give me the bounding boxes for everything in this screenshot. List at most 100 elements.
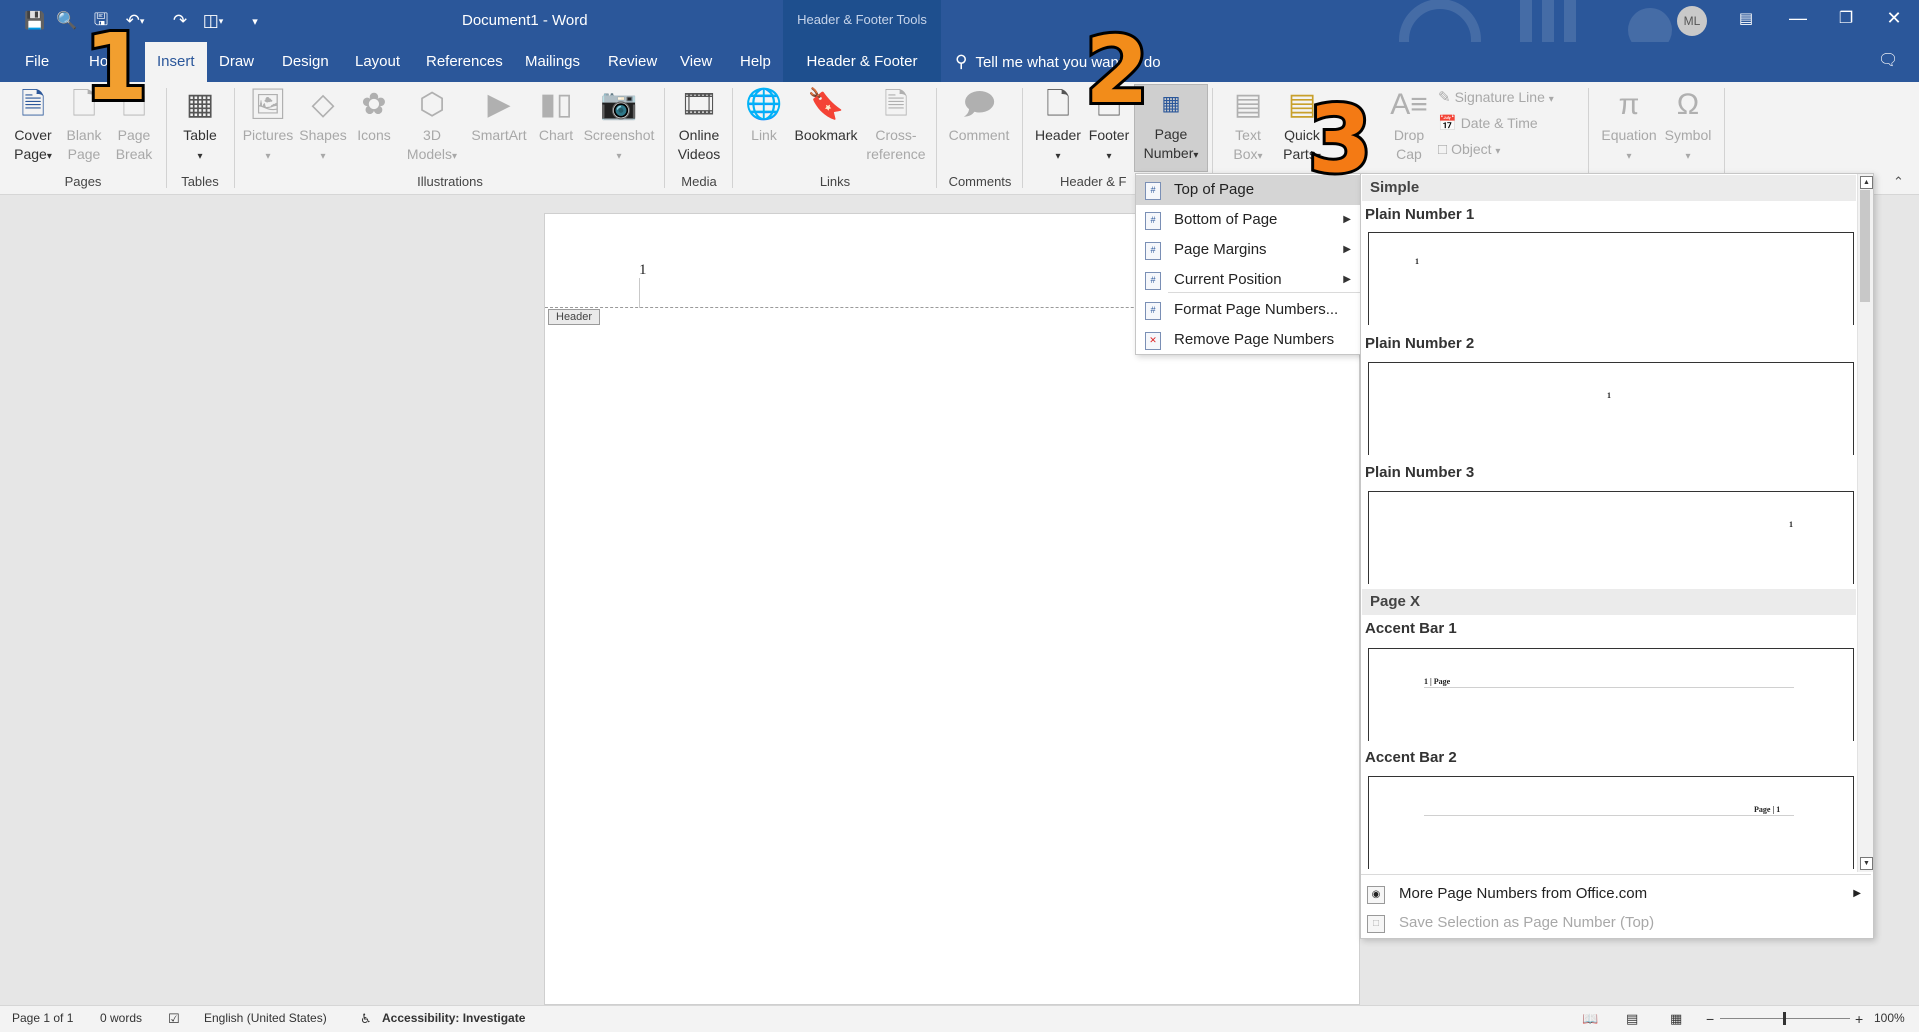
icons-label: Icons xyxy=(357,127,391,143)
gallery-item-title: Accent Bar 1 xyxy=(1365,620,1457,637)
3d-models-button[interactable]: ⬡ 3D Models▾ xyxy=(404,86,460,166)
text-box-button[interactable]: ▤ Text Box▾ xyxy=(1220,86,1276,166)
table-button[interactable]: ▦ Table ▾ xyxy=(176,86,224,166)
signature-line-button[interactable]: ✎ Signature Line ▾ xyxy=(1438,86,1554,108)
group-label-pages: Pages xyxy=(64,174,102,189)
language[interactable]: English (United States) xyxy=(204,1011,327,1025)
save-selection-item[interactable]: □ Save Selection as Page Number (Top) xyxy=(1361,908,1871,938)
shapes-button[interactable]: ◇ Shapes ▾ xyxy=(296,86,350,166)
page-bottom-icon: # xyxy=(1145,212,1161,230)
tab-references[interactable]: References xyxy=(414,42,515,82)
page-top-icon: # xyxy=(1145,182,1161,200)
tab-header-footer[interactable]: Header & Footer xyxy=(783,42,941,82)
more-page-numbers-item[interactable]: ◉ More Page Numbers from Office.com ▶ xyxy=(1361,879,1871,909)
zoom-out-icon[interactable]: − xyxy=(1706,1011,1714,1027)
drop-cap-button[interactable]: A≡ Drop Cap xyxy=(1384,86,1434,164)
zoom-level[interactable]: 100% xyxy=(1874,1011,1905,1025)
menu-item-page-margins[interactable]: # Page Margins ▶ xyxy=(1136,235,1361,265)
tab-draw[interactable]: Draw xyxy=(207,42,266,82)
gallery-item-plain-number-3[interactable]: 1 xyxy=(1368,491,1854,584)
screenshot-label: Screenshot xyxy=(583,127,655,143)
menu-item-current-position[interactable]: # Current Position ▶ xyxy=(1136,265,1361,295)
collapse-ribbon-icon[interactable]: ⌃ xyxy=(1893,174,1904,190)
link-button[interactable]: 🌐 Link xyxy=(740,86,788,145)
cross-reference-button[interactable]: 🗎 Cross- reference xyxy=(864,86,928,164)
page-count[interactable]: Page 1 of 1 xyxy=(12,1011,73,1025)
smartart-button[interactable]: ▶ SmartArt xyxy=(466,86,532,145)
group-label-header-footer: Header & F xyxy=(1060,174,1127,189)
group-separator xyxy=(166,88,167,188)
tab-view[interactable]: View xyxy=(668,42,724,82)
comment-button[interactable]: 🗩 Comment xyxy=(944,86,1014,145)
icons-button[interactable]: ✿ Icons xyxy=(352,86,396,145)
scroll-up-icon[interactable]: ▲ xyxy=(1860,176,1873,189)
read-mode-icon[interactable]: 📖 xyxy=(1582,1011,1598,1027)
redo-icon[interactable]: ↷ xyxy=(165,6,195,36)
gallery-scrollbar[interactable]: ▲ ▼ xyxy=(1857,174,1873,872)
gallery-item-accent-bar-2[interactable]: Page | 1 xyxy=(1368,776,1854,869)
page-number-menu: # Top of Page # Bottom of Page ▶ # Page … xyxy=(1135,173,1362,355)
accessibility-status[interactable]: Accessibility: Investigate xyxy=(382,1011,525,1025)
annotation-step-1: 1 xyxy=(81,14,151,121)
zoom-in-icon[interactable]: + xyxy=(1855,1011,1863,1027)
gallery-item-accent-bar-1[interactable]: 1 | Page xyxy=(1368,648,1854,741)
zoom-slider-thumb[interactable] xyxy=(1783,1012,1786,1025)
sample-page-number: 1 xyxy=(1607,391,1611,400)
sample-page-number: 1 | Page xyxy=(1424,677,1451,686)
object-button[interactable]: □ Object ▾ xyxy=(1438,138,1500,160)
online-videos-button[interactable]: 🎞 Online Videos xyxy=(670,86,728,164)
gallery-item-title: Plain Number 2 xyxy=(1365,335,1475,352)
menu-item-remove-page-numbers[interactable]: ✕ Remove Page Numbers xyxy=(1136,325,1361,355)
equation-button[interactable]: π Equation ▾ xyxy=(1596,86,1662,166)
menu-item-format-page-numbers[interactable]: # Format Page Numbers... xyxy=(1136,295,1361,325)
tab-design[interactable]: Design xyxy=(270,42,341,82)
header-icon: 🗋 xyxy=(1045,88,1071,121)
submenu-arrow-icon: ▶ xyxy=(1343,274,1351,285)
submenu-arrow-icon: ▶ xyxy=(1853,888,1861,899)
page-number-gallery: Simple Plain Number 1 1 Plain Number 2 1… xyxy=(1360,173,1874,939)
print-preview-icon[interactable]: 🔍 xyxy=(52,6,82,36)
object-icon: □ xyxy=(1438,141,1448,158)
icons-icon: ✿ xyxy=(361,88,387,121)
link-icon: 🌐 xyxy=(745,88,783,121)
header-button[interactable]: 🗋 Header ▾ xyxy=(1030,86,1086,166)
save-icon[interactable]: 💾 xyxy=(20,6,50,36)
scrollbar-thumb[interactable] xyxy=(1860,190,1870,302)
scroll-down-icon[interactable]: ▼ xyxy=(1860,857,1873,870)
footer-label: Footer xyxy=(1088,127,1130,143)
tab-mailings[interactable]: Mailings xyxy=(513,42,592,82)
shapes-label: Shapes xyxy=(299,127,347,143)
web-layout-icon[interactable]: ▦ xyxy=(1670,1011,1682,1027)
close-icon[interactable]: ✕ xyxy=(1866,0,1919,36)
print-layout-icon[interactable]: ▤ xyxy=(1626,1011,1638,1027)
annotation-step-2: 2 xyxy=(1082,17,1152,124)
avatar[interactable]: ML xyxy=(1677,6,1707,36)
symbol-button[interactable]: Ω Symbol ▾ xyxy=(1660,86,1716,166)
layout-icon[interactable]: ◫ ▾ xyxy=(198,6,228,36)
tab-insert[interactable]: Insert xyxy=(145,42,207,82)
cover-page-button[interactable]: 🗎 Cover Page▾ xyxy=(6,86,60,166)
header-label: Header xyxy=(1035,127,1081,143)
pictures-button[interactable]: 🖼 Pictures ▾ xyxy=(240,86,296,166)
tab-review[interactable]: Review xyxy=(596,42,669,82)
date-time-label: Date & Time xyxy=(1460,115,1538,131)
date-time-button[interactable]: 📅 Date & Time xyxy=(1438,112,1538,134)
tab-file[interactable]: File xyxy=(13,42,61,82)
tab-help[interactable]: Help xyxy=(728,42,783,82)
word-count[interactable]: 0 words xyxy=(100,1011,142,1025)
screenshot-button[interactable]: 📷 Screenshot ▾ xyxy=(580,86,658,166)
ribbon-display-icon[interactable]: ▤ xyxy=(1718,0,1774,36)
customize-icon[interactable]: ▾ xyxy=(240,6,270,36)
smartart-icon: ▶ xyxy=(487,88,511,121)
menu-item-bottom-of-page[interactable]: # Bottom of Page ▶ xyxy=(1136,205,1361,235)
header-page-number[interactable]: 1 xyxy=(639,262,647,279)
tab-layout[interactable]: Layout xyxy=(343,42,412,82)
proofing-icon[interactable]: ☑ xyxy=(168,1011,180,1027)
sample-page-number: 1 xyxy=(1789,520,1793,529)
gallery-item-plain-number-2[interactable]: 1 xyxy=(1368,362,1854,455)
comments-icon[interactable]: 🗨 xyxy=(1878,50,1902,74)
status-bar: Page 1 of 1 0 words ☑ English (United St… xyxy=(0,1005,1919,1032)
chart-button[interactable]: ▮▯ Chart xyxy=(534,86,578,145)
gallery-item-plain-number-1[interactable]: 1 xyxy=(1368,232,1854,325)
bookmark-button[interactable]: 🔖 Bookmark xyxy=(790,86,862,145)
